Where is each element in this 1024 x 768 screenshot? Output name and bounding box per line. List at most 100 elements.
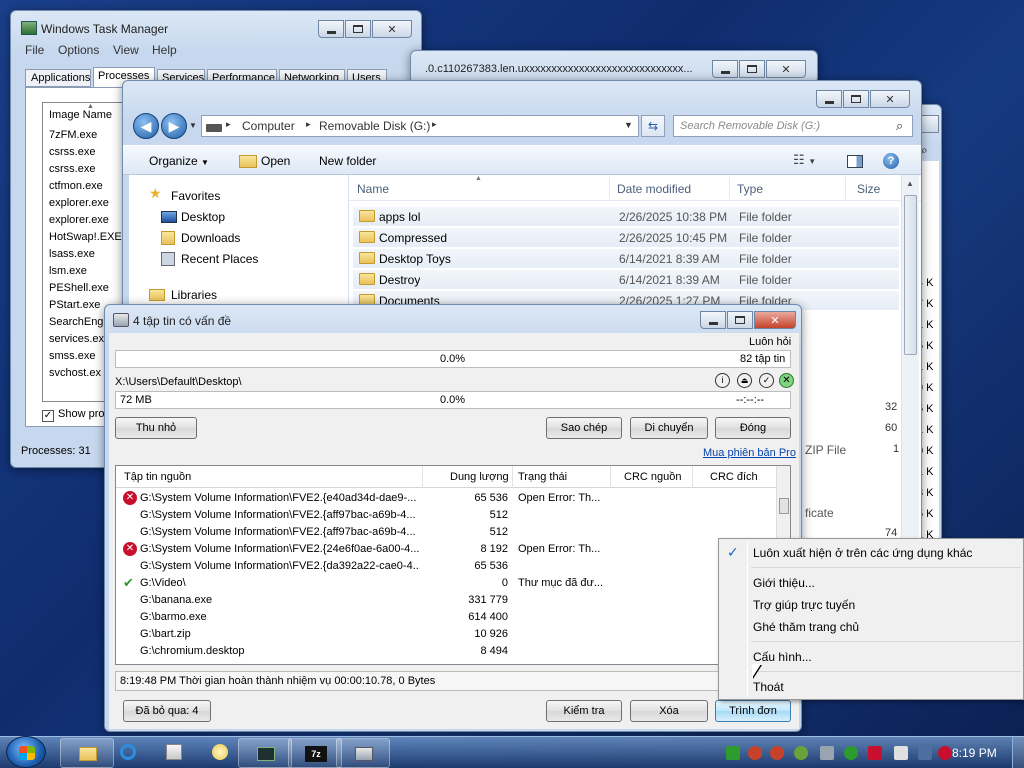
breadcrumb-computer[interactable]: Computer [242,119,295,133]
tray-green-icon[interactable] [726,746,740,760]
column-size[interactable]: Dung lượng [450,471,509,483]
column-crc-source[interactable]: CRC nguồn [624,471,681,483]
column-source-file[interactable]: Tập tin nguồn [124,471,191,483]
verify-button[interactable]: Kiểm tra [546,700,622,722]
tray-arrow2-icon[interactable] [770,746,784,760]
menu-file[interactable]: File [25,43,44,57]
column-date-modified[interactable]: Date modified [617,182,691,196]
column-type[interactable]: Type [737,182,763,196]
address-bar[interactable]: ▸ Computer ▸ Removable Disk (G:) ▸ ▼ [201,115,639,137]
process-row[interactable]: PEShell.exe [49,282,109,294]
refresh-button[interactable]: ⇆ [641,115,665,137]
menu-item-exit[interactable]: Thoát [753,680,784,694]
confirm-icon[interactable]: ✓ [759,373,774,388]
eject-icon[interactable]: ⏏ [737,373,752,388]
nav-downloads[interactable]: Downloads [181,231,240,245]
tray-flag-icon[interactable] [894,746,908,760]
tray-arrow-icon[interactable] [748,746,762,760]
process-row[interactable]: SearchEng [49,316,103,328]
process-row[interactable]: services.ex [49,333,104,345]
tray-arrow3-icon[interactable] [794,746,808,760]
taskbar-clock[interactable]: 8:19 PM [952,746,997,760]
breadcrumb-removable-disk[interactable]: Removable Disk (G:) [319,119,430,133]
tray-play-icon[interactable] [844,746,858,760]
minimize-dialog-button[interactable]: Thu nhỏ [115,417,197,439]
copy-file-row[interactable]: G:\System Volume Information\FVE2.{aff97… [116,524,776,541]
copy-file-row[interactable]: G:\System Volume Information\FVE2.{aff97… [116,507,776,524]
process-row[interactable]: smss.exe [49,350,95,362]
minimize-button[interactable] [700,311,726,329]
search-input[interactable]: Search Removable Disk (G:) [680,120,820,132]
recent-pages-dropdown[interactable]: ▼ [189,121,197,130]
column-name[interactable]: Name [357,182,389,196]
start-button[interactable] [6,736,46,768]
taskbar-ie-icon[interactable] [120,744,136,760]
maximize-button[interactable] [843,90,869,108]
copy-file-row[interactable]: G:\banana.exe 331 779 [116,592,776,609]
search-box[interactable]: Search Removable Disk (G:) ⌕ [673,115,913,137]
process-row[interactable]: csrss.exe [49,163,95,175]
file-row[interactable]: Compressed 2/26/2025 10:45 PM File folder [353,228,899,248]
copy-file-row[interactable]: G:\barmo.exe 614 400 [116,609,776,626]
copy-file-row[interactable]: G:\chromium.desktop 8 494 [116,643,776,660]
file-row[interactable]: apps lol 2/26/2025 10:38 PM File folder [353,207,899,227]
new-folder-button[interactable]: New folder [319,154,376,168]
process-row[interactable]: csrss.exe [49,146,95,158]
organize-button[interactable]: Organize ▼ [149,154,209,168]
scrollbar-thumb[interactable] [904,195,917,355]
scrollbar-thumb[interactable] [779,498,789,514]
far-right-minimize[interactable] [921,115,939,133]
process-row[interactable]: 7zFM.exe [49,129,97,141]
maximize-button[interactable] [345,20,371,38]
menu-item-online-help[interactable]: Trợ giúp trực tuyến [753,598,855,612]
close-button[interactable]: ✕ [870,90,910,108]
menu-item-always-on-top[interactable]: Luôn xuất hiện ở trên các ứng dụng khác [753,546,972,560]
menu-help[interactable]: Help [152,43,177,57]
show-desktop-button[interactable] [1012,737,1024,768]
copy-file-row[interactable]: G:\System Volume Information\FVE2.{da392… [116,558,776,575]
move-button[interactable]: Di chuyển [630,417,708,439]
column-image-name[interactable]: Image Name [49,109,112,121]
menu-view[interactable]: View [113,43,139,57]
process-row[interactable]: explorer.exe [49,214,109,226]
view-options-icon[interactable]: ☷ ▼ [793,152,816,168]
taskbar-media-icon[interactable] [166,744,182,760]
minimize-button[interactable] [816,90,842,108]
nav-libraries[interactable]: Libraries [171,288,217,302]
copy-file-row[interactable]: G:\bart.zip 10 926 [116,626,776,643]
minimize-button[interactable] [318,20,344,38]
copy-file-row[interactable]: ✔ G:\Video\ 0 Thư mục đã đư... [116,575,776,592]
taskbar-paint-icon[interactable] [212,744,228,760]
show-processes-checkbox[interactable]: ✓ [42,410,54,422]
process-row[interactable]: svchost.ex [49,367,101,379]
close-dialog-button[interactable]: Đóng [715,417,791,439]
error-policy-label[interactable]: Luôn hỏi [749,336,791,348]
process-row[interactable]: lsm.exe [49,265,87,277]
tray-safely-remove-icon[interactable] [820,746,834,760]
file-row[interactable]: Desktop Toys 6/14/2021 8:39 AM File folder [353,249,899,269]
process-row[interactable]: ctfmon.exe [49,180,103,192]
process-row[interactable]: explorer.exe [49,197,109,209]
skipped-button[interactable]: Đã bỏ qua: 4 [123,700,211,722]
close-button[interactable]: ✕ [754,311,796,329]
menu-button[interactable]: Trình đơn [715,700,791,722]
preview-pane-icon[interactable] [847,155,863,168]
menu-item-about[interactable]: Giới thiệu... [753,576,815,590]
far-right-search-icon[interactable]: ⌕ [921,143,939,161]
copy-file-row[interactable]: ✕ G:\System Volume Information\FVE2.{e40a… [116,490,776,507]
taskbar-copier-button[interactable] [336,738,390,768]
taskbar-7zip-button[interactable]: 7z [288,738,342,768]
back-button[interactable]: ◀ [133,113,159,139]
nav-desktop[interactable]: Desktop [181,210,225,224]
maximize-button[interactable] [727,311,753,329]
auto-confirm-icon[interactable]: ✕ [779,373,794,388]
menu-options[interactable]: Options [58,43,99,57]
vertical-scrollbar[interactable]: ▲ [901,175,919,549]
info-icon[interactable]: i [715,373,730,388]
tray-volume-icon[interactable] [938,746,952,760]
forward-button[interactable]: ▶ [161,113,187,139]
copy-file-row[interactable]: ✕ G:\System Volume Information\FVE2.{24e6… [116,541,776,558]
minimize-button[interactable] [712,60,738,78]
column-size[interactable]: Size [857,182,880,196]
copy-button[interactable]: Sao chép [546,417,622,439]
